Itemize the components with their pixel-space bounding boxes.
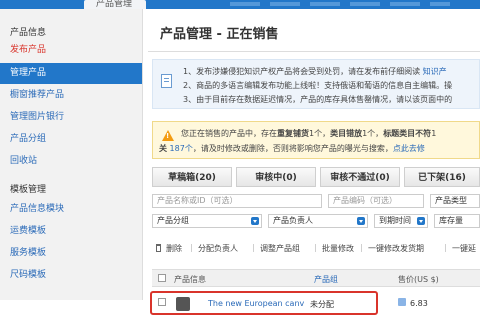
warning-title-mismatch-label[interactable]: 标题类目不符: [383, 129, 431, 138]
product-name-link[interactable]: The new European canv: [208, 299, 304, 308]
warning-duplicate-count: 1个，: [309, 129, 331, 138]
notice-line-3: 3、由于目前存在数据延迟情况，产品的库存具体售罄情况，请以该页面中的: [183, 95, 453, 104]
title-divider: [148, 51, 480, 52]
separator: |: [190, 243, 193, 252]
tab-under-review[interactable]: 审核中(0): [236, 167, 316, 187]
sidebar-section-product-info: 产品信息: [10, 28, 47, 38]
sidebar-item-product-groups[interactable]: 产品分组: [0, 129, 142, 150]
separator: |: [444, 243, 447, 252]
sidebar-item-manage-products[interactable]: 管理产品: [0, 63, 142, 84]
product-group-value: 未分配: [310, 300, 334, 309]
warning-line-1: 您正在销售的产品中，存在重复铺货1个，类目错放1个，标题类目不符1: [181, 128, 436, 139]
separator: |: [252, 243, 255, 252]
top-navigation-bar: 产品管理: [0, 0, 480, 9]
top-nav-other-tabs[interactable]: [230, 2, 450, 6]
separator: |: [360, 243, 363, 252]
warning-duplicate-label[interactable]: 重复铺货: [277, 129, 309, 138]
tab-drafts[interactable]: 草稿箱(20): [152, 167, 232, 187]
warning-text: 您正在销售的产品中，存在: [181, 129, 277, 138]
notice-line-1: 1、发布涉嫌侵犯知识产权产品将会受到处罚，请在发布前仔细阅读 知识产: [183, 66, 447, 77]
tab-delisted[interactable]: 已下架(16): [404, 167, 480, 187]
edit-shipping-period-button[interactable]: 一键修改发货期: [368, 243, 424, 254]
col-price[interactable]: 售价(US $): [398, 274, 439, 285]
warning-instruction: ，请及时修改或删除，否则将影响您产品的曝光与搜索，: [192, 144, 393, 153]
notice-line-2: 2、商品的多语言编辑发布功能上线啦！支持俄语和葡语的信息自主编辑。操: [183, 81, 453, 90]
ip-rules-link[interactable]: 知识产: [423, 67, 447, 76]
expire-time-value: 到期时间: [379, 216, 411, 225]
sidebar-item-shipping-template[interactable]: 运费模板: [0, 221, 142, 242]
sidebar-item-service-template[interactable]: 服务模板: [0, 243, 142, 264]
table-row: The new European canv 未分配 6.83: [150, 289, 480, 315]
table-header: 产品信息 产品组 售价(US $): [152, 269, 480, 287]
adjust-group-button[interactable]: 调整产品组: [260, 243, 300, 254]
tab-product-management-label: 产品管理: [96, 0, 133, 9]
warning-title-mismatch-count: 1: [431, 129, 437, 138]
separator: |: [314, 243, 317, 252]
warning-category-count: 1个，: [362, 129, 384, 138]
product-price: 6.83: [410, 299, 428, 308]
document-icon: [161, 74, 172, 88]
status-tabs: 草稿箱(20) 审核中(0) 审核不通过(0) 已下架(16): [152, 167, 480, 187]
chevron-down-icon: [251, 217, 259, 225]
product-group-select[interactable]: 产品分组: [152, 214, 262, 228]
product-group-value: 产品分组: [157, 216, 189, 225]
sidebar-item-publish-product[interactable]: 发布产品: [0, 40, 142, 61]
warning-total-count[interactable]: 187个: [170, 144, 193, 153]
product-code-input[interactable]: 产品编码（可选）: [328, 194, 424, 208]
chevron-down-icon: [417, 217, 425, 225]
expire-time-select[interactable]: 到期时间: [374, 214, 428, 228]
notice-box: 1、发布涉嫌侵犯知识产权产品将会受到处罚，请在发布前仔细阅读 知识产 2、商品的…: [152, 59, 480, 109]
product-name-input[interactable]: 产品名称或ID（可选）: [152, 194, 322, 208]
trash-icon: [156, 244, 161, 252]
sidebar-item-info-module[interactable]: 产品信息模块: [0, 199, 142, 220]
stock-sort-select[interactable]: 库存量: [434, 214, 480, 228]
batch-edit-button[interactable]: 批量修改: [322, 243, 354, 254]
price-edit-icon[interactable]: [398, 298, 406, 306]
main-content: 产品管理 - 正在销售 1、发布涉嫌侵犯知识产权产品将会受到处罚，请在发布前仔细…: [148, 9, 480, 315]
product-type-value: 产品类型: [435, 196, 467, 205]
page-title: 产品管理 - 正在销售: [160, 27, 279, 42]
product-owner-value: 产品负责人: [273, 216, 313, 225]
sidebar: 产品信息 发布产品 管理产品 橱窗推荐产品 管理图片银行 产品分组 回收站 模板…: [0, 9, 143, 300]
batch-actions-bar: 删除 | 分配负责人 | 调整产品组 | 批量修改 | 一键修改发货期 | 一键…: [152, 241, 480, 257]
warning-box: 您正在销售的产品中，存在重复铺货1个，类目错放1个，标题类目不符1 关 187个…: [152, 121, 480, 159]
warning-line-2-prefix: 关: [159, 144, 167, 153]
stock-sort-value: 库存量: [439, 216, 463, 225]
warning-category-label[interactable]: 类目错放: [330, 129, 362, 138]
one-click-extend-button[interactable]: 一键延: [452, 243, 476, 254]
notice-line-1-text: 1、发布涉嫌侵犯知识产权产品将会受到处罚，请在发布前仔细阅读: [183, 67, 421, 76]
warning-line-2: 关 187个，请及时修改或删除，否则将影响您产品的曝光与搜索，点此去修: [159, 143, 425, 154]
tab-rejected[interactable]: 审核不通过(0): [320, 167, 400, 187]
product-thumbnail[interactable]: [176, 297, 190, 311]
col-product-group[interactable]: 产品组: [314, 274, 338, 285]
sidebar-item-recycle-bin[interactable]: 回收站: [0, 151, 142, 172]
col-product-info: 产品信息: [174, 275, 206, 284]
sidebar-item-image-bank[interactable]: 管理图片银行: [0, 107, 142, 128]
row-checkbox[interactable]: [158, 298, 166, 306]
sidebar-section-templates: 模板管理: [10, 185, 47, 195]
fix-now-link[interactable]: 点此去修: [393, 144, 425, 153]
assign-owner-button[interactable]: 分配负责人: [198, 243, 238, 254]
chevron-down-icon: [357, 217, 365, 225]
product-type-select[interactable]: 产品类型: [430, 194, 480, 208]
delete-button[interactable]: 删除: [166, 243, 182, 254]
warning-icon: [162, 130, 174, 141]
product-owner-select[interactable]: 产品负责人: [268, 214, 368, 228]
sidebar-item-size-template[interactable]: 尺码模板: [0, 265, 142, 286]
select-all-checkbox[interactable]: [158, 274, 166, 282]
sidebar-item-showcase-products[interactable]: 橱窗推荐产品: [0, 85, 142, 106]
